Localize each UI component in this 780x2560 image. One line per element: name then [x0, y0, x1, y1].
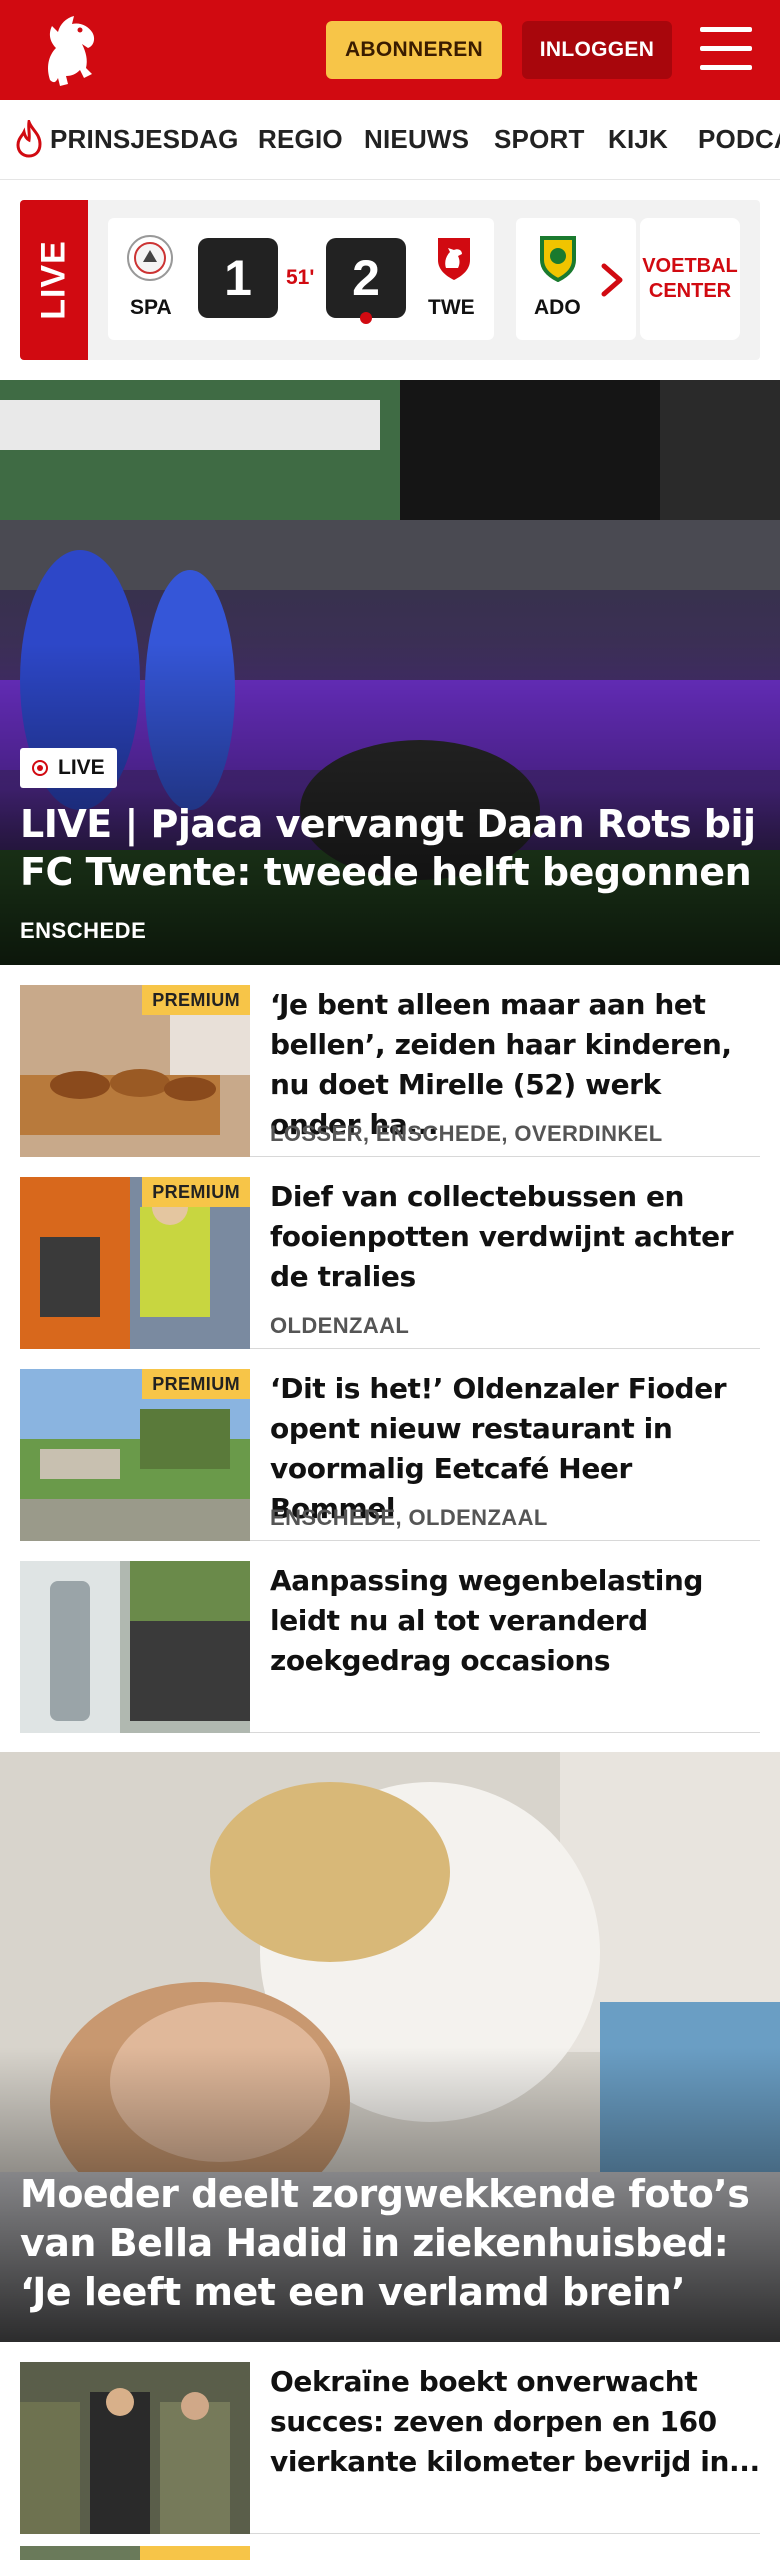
home-score: 1 — [198, 238, 278, 318]
away-team-code: TWE — [428, 296, 475, 319]
article-thumbnail: PREMIUM — [20, 1177, 250, 1349]
list-item[interactable]: PREMIUM ‘Dit is het!’ Oldenzaler Fioder … — [20, 1349, 760, 1541]
sparta-crest-icon — [127, 235, 173, 281]
article-image — [20, 1561, 250, 1733]
away-score: 2 — [326, 238, 406, 318]
hero-headline[interactable]: LIVE | Pjaca vervangt Daan Rots bij FC T… — [20, 800, 770, 896]
nav-item-regio[interactable]: REGIO — [258, 124, 343, 155]
logo-horse-icon[interactable] — [36, 8, 106, 92]
ado-crest-icon — [540, 236, 576, 282]
live-label: LIVE — [20, 200, 88, 360]
flame-icon — [16, 120, 42, 158]
hero-article[interactable]: LIVE LIVE | Pjaca vervangt Daan Rots bij… — [0, 380, 780, 965]
article-title[interactable]: Dief van collectebussen en fooienpotten … — [270, 1177, 760, 1297]
hamburger-menu-icon[interactable] — [700, 27, 752, 71]
premium-badge: PREMIUM — [142, 1177, 250, 1207]
nav-item-sport[interactable]: SPORT — [494, 124, 585, 155]
article-thumbnail: PREMIUM — [20, 985, 250, 1157]
article-title[interactable]: Oekraïne boekt onverwacht succes: zeven … — [270, 2362, 760, 2482]
article-title[interactable]: Aanpassing wegenbelasting leidt nu al to… — [270, 1561, 760, 1681]
article-location: LOSSER, ENSCHEDE, OVERDINKEL — [270, 1121, 663, 1146]
nav-item-podcast[interactable]: PODCA — [698, 124, 780, 155]
premium-badge-peek — [140, 2546, 250, 2560]
login-button[interactable]: INLOGGEN — [522, 21, 672, 79]
live-scores-strip: LIVE SPA 1 51' 2 TWE ADO VOETBAL CENTER — [20, 200, 760, 360]
list-item[interactable]: PREMIUM Dief van collectebussen en fooie… — [20, 1157, 760, 1349]
nav-item-prinsjesdag[interactable]: PRINSJESDAG — [50, 124, 239, 155]
home-team-code: SPA — [130, 296, 172, 319]
twente-crest-icon — [438, 238, 470, 280]
article-location: ENSCHEDE, OLDENZAAL — [270, 1505, 548, 1530]
list-item[interactable]: Aanpassing wegenbelasting leidt nu al to… — [20, 1541, 760, 1733]
match-minute: 51' — [286, 266, 315, 289]
chevron-right-icon[interactable] — [592, 260, 632, 300]
featured-article[interactable]: Moeder deelt zorgwekkende foto’s van Bel… — [0, 1752, 780, 2342]
live-badge: LIVE — [20, 748, 117, 788]
top-header: ABONNEREN INLOGGEN — [0, 0, 780, 100]
list-item[interactable]: PREMIUM ‘Je bent alleen maar aan het bel… — [20, 965, 760, 1157]
premium-badge: PREMIUM — [142, 985, 250, 1015]
nav-item-kijk[interactable]: KIJK — [608, 124, 668, 155]
nav-item-nieuws[interactable]: NIEUWS — [364, 124, 469, 155]
next-team-code: ADO — [534, 296, 581, 319]
article-location: OLDENZAAL — [270, 1313, 410, 1338]
section-nav: PRINSJESDAG REGIO NIEUWS SPORT KIJK PODC… — [0, 100, 780, 180]
article-image — [20, 2362, 250, 2534]
article-thumbnail — [20, 1561, 250, 1733]
match-card[interactable]: SPA 1 51' 2 TWE — [108, 218, 494, 340]
list-item[interactable]: Oekraïne boekt onverwacht succes: zeven … — [20, 2342, 760, 2534]
article-thumbnail: PREMIUM — [20, 1369, 250, 1541]
goal-indicator — [360, 312, 372, 324]
live-dot-icon — [32, 760, 48, 776]
voetbal-center-button[interactable]: VOETBAL CENTER — [640, 218, 740, 340]
next-thumbnail-peek — [20, 2546, 250, 2560]
article-thumbnail — [20, 2362, 250, 2534]
hero-location: ENSCHEDE — [20, 918, 147, 943]
subscribe-button[interactable]: ABONNEREN — [326, 21, 502, 79]
featured-headline[interactable]: Moeder deelt zorgwekkende foto’s van Bel… — [20, 2170, 770, 2317]
premium-badge: PREMIUM — [142, 1369, 250, 1399]
